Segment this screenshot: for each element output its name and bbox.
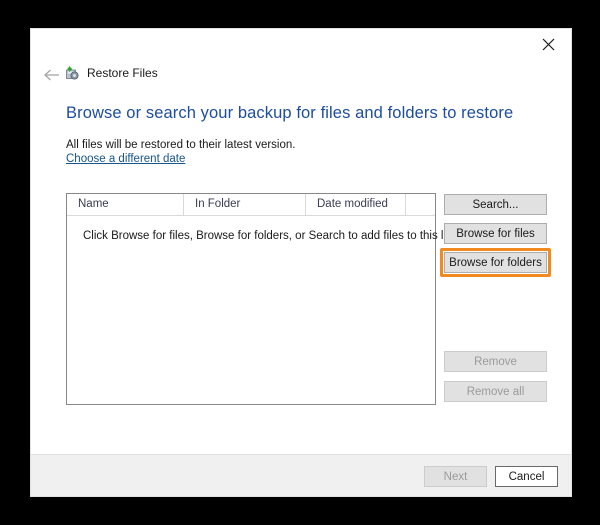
- cancel-button[interactable]: Cancel: [495, 466, 558, 487]
- app-identity: Restore Files: [63, 62, 158, 84]
- column-header-name[interactable]: Name: [67, 194, 184, 215]
- dialog-footer: Next Cancel: [31, 454, 571, 496]
- restore-files-listview[interactable]: Name In Folder Date modified Click Brows…: [66, 193, 459, 405]
- listview-header: Name In Folder Date modified: [67, 194, 435, 216]
- restore-files-dialog: Restore Files Browse or search your back…: [30, 28, 572, 497]
- restore-version-note: All files will be restored to their late…: [66, 139, 296, 151]
- column-header-in-folder[interactable]: In Folder: [184, 194, 306, 215]
- dialog-titlebar: [31, 29, 571, 59]
- column-header-date-modified[interactable]: Date modified: [306, 194, 406, 215]
- restore-files-icon: [63, 65, 80, 82]
- close-icon[interactable]: [526, 29, 571, 59]
- choose-different-date-link[interactable]: Choose a different date: [66, 153, 185, 165]
- next-button[interactable]: Next: [424, 466, 487, 487]
- dialog-navbar: Restore Files: [31, 59, 571, 89]
- page-title: Browse or search your backup for files a…: [66, 104, 514, 122]
- screen-backdrop: Restore Files Browse or search your back…: [0, 0, 600, 525]
- remove-all-button[interactable]: Remove all: [444, 381, 547, 402]
- app-title: Restore Files: [87, 65, 158, 80]
- browse-for-files-button[interactable]: Browse for files: [444, 223, 547, 244]
- back-arrow-icon[interactable]: [39, 63, 63, 87]
- remove-button[interactable]: Remove: [444, 351, 547, 372]
- browse-for-folders-button[interactable]: Browse for folders: [444, 252, 547, 273]
- search-button[interactable]: Search...: [444, 194, 547, 215]
- listview-empty-message: Click Browse for files, Browse for folde…: [83, 230, 459, 242]
- column-header-spacer[interactable]: [406, 194, 435, 215]
